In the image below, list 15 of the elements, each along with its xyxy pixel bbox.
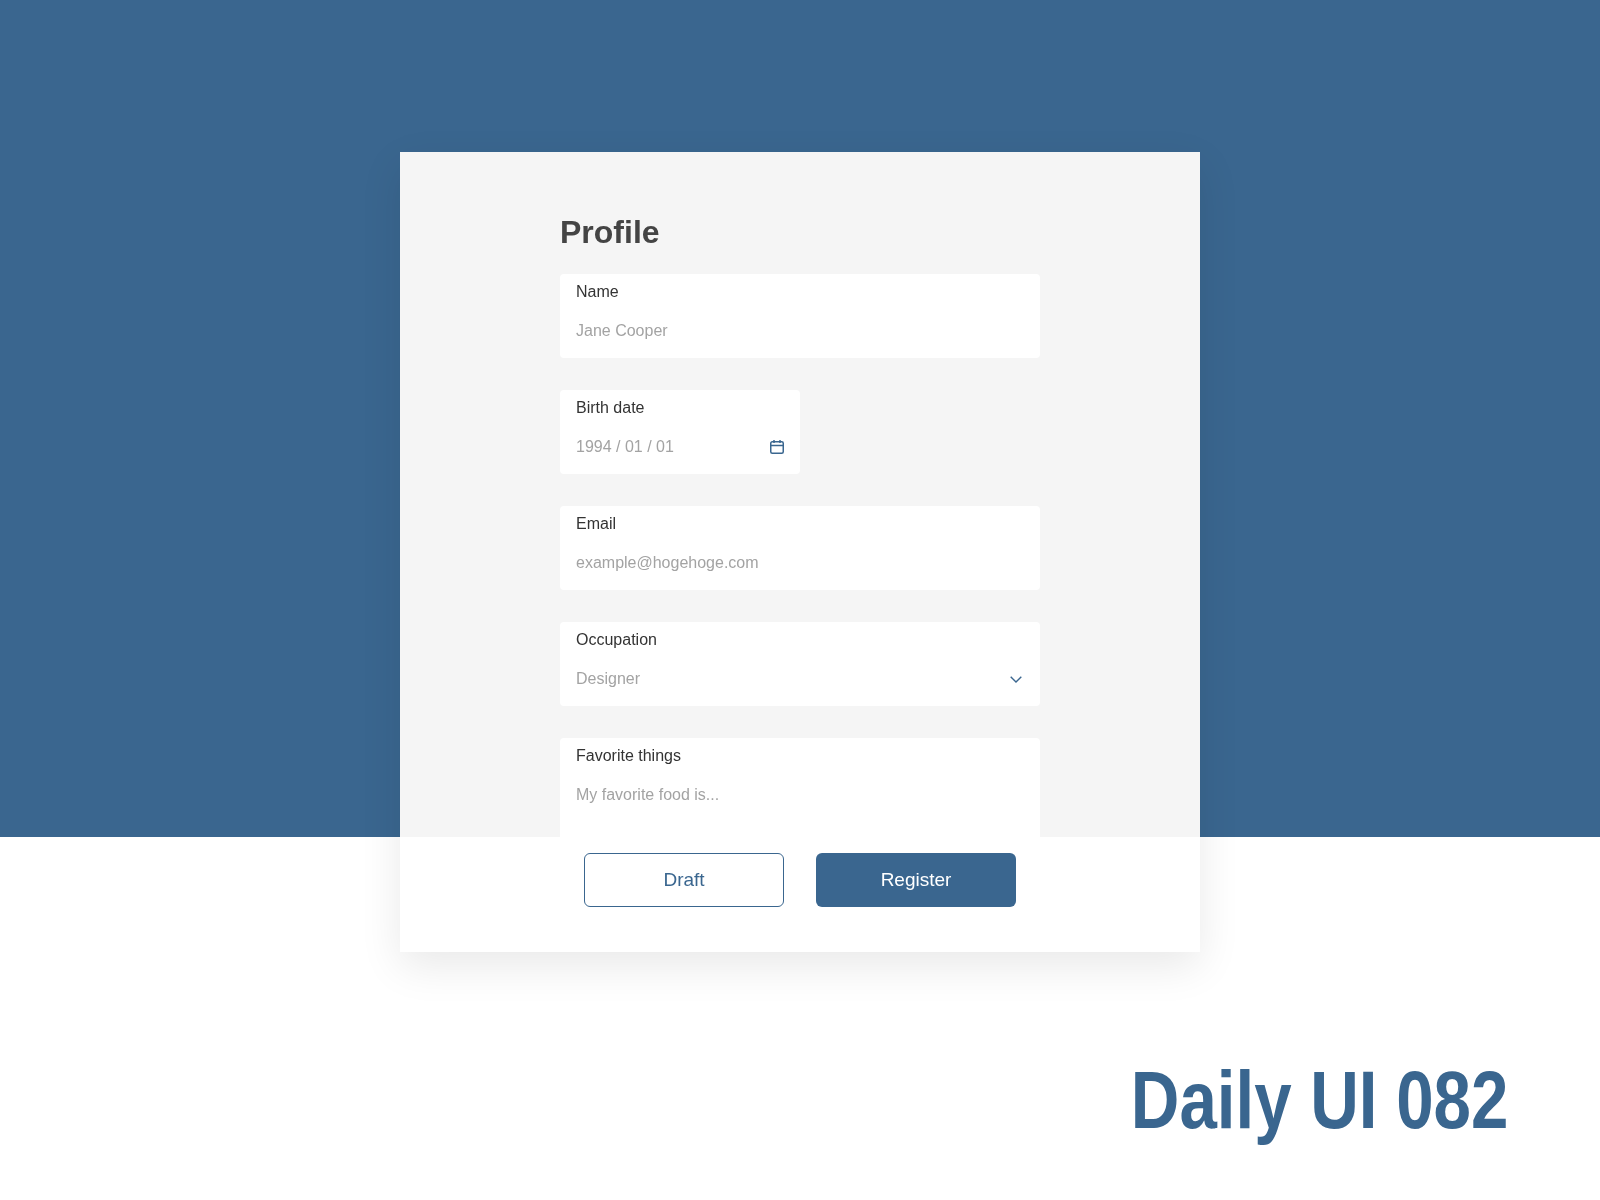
text-area-field[interactable]: My favorite food is...: [576, 785, 1024, 805]
field-label: Birth date: [576, 398, 645, 418]
date-input-field[interactable]: 1994 / 01 / 01: [576, 437, 762, 457]
register-button[interactable]: Register: [816, 853, 1016, 907]
input-field[interactable]: Jane Cooper: [576, 321, 1024, 341]
calendar-icon[interactable]: [770, 440, 784, 454]
field-label: Email: [576, 514, 616, 534]
field-label: Favorite things: [576, 746, 681, 766]
chevron-down-icon: [1010, 675, 1022, 683]
page-title: Profile: [560, 213, 660, 252]
field-label: Name: [576, 282, 619, 302]
field-label: Occupation: [576, 630, 657, 650]
select-field[interactable]: Designer: [576, 669, 1002, 689]
input-field[interactable]: example@hogehoge.com: [576, 553, 1024, 573]
draft-button[interactable]: Draft: [584, 853, 784, 907]
